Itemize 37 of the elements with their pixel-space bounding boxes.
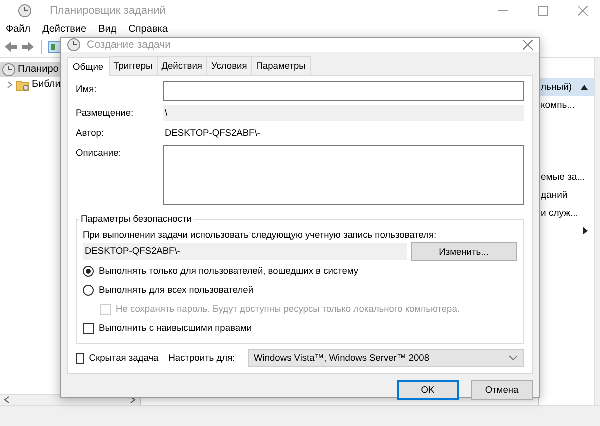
checkbox-label: Скрытая задача (89, 353, 159, 363)
window-title: Планировщик заданий (50, 5, 166, 17)
field-label: Описание: (76, 147, 122, 158)
dialog-title: Создание задачи (87, 39, 172, 51)
field-label: Автор: (76, 127, 106, 138)
dialog-button[interactable]: Отмена (471, 380, 533, 400)
menu-item[interactable]: Действие (42, 24, 87, 35)
action-item[interactable]: емые за... (541, 172, 586, 182)
menu-item[interactable]: Вид (98, 24, 117, 35)
actions-header[interactable]: льный) (539, 78, 594, 96)
account-field: DESKTOP-QFS2ABF\- (83, 243, 407, 260)
menu-item[interactable]: Справка (128, 24, 168, 35)
tree-item[interactable]: Библи (0, 77, 63, 92)
option-label: Выполнить с наивысшими правами (99, 323, 252, 333)
action-item[interactable]: даний (541, 190, 568, 200)
prompt-text: При выполнении задачи использовать следующую учетную запись пользователя: (83, 230, 438, 240)
option-label: Не сохранять пароль. Будут доступны ресурсы только локального компьютера. (116, 304, 460, 314)
change-button[interactable]: Изменить... (411, 242, 517, 261)
configure-label: Настроить для: (168, 353, 236, 363)
tree-label: Библи (32, 79, 61, 90)
tab[interactable]: Параметры (251, 56, 311, 75)
author-value: DESKTOP-QFS2ABF\- (164, 127, 262, 140)
header-label: льный) (541, 82, 572, 92)
group-title: Параметры безопасности (80, 214, 193, 224)
option-label: Выполнять только для пользователей, вошедших в систему (99, 266, 359, 276)
field-label: Размещение: (76, 107, 135, 118)
action-item[interactable]: и служ... (541, 208, 578, 218)
option-label: Выполнять для всех пользователей (99, 285, 254, 295)
field-label: Имя: (76, 83, 98, 94)
location-field: \ (163, 105, 524, 121)
configure-dropdown[interactable]: Windows Vista™, Windows Server™ 2008 (248, 349, 524, 367)
tree-label: Планиро (18, 64, 59, 75)
menu-item[interactable]: Файл (6, 24, 31, 35)
tab[interactable]: Общие (67, 57, 110, 76)
dialog-button[interactable]: OK (397, 380, 459, 400)
action-item[interactable]: компь... (541, 100, 576, 110)
tree-item[interactable]: Планиро (0, 62, 61, 77)
